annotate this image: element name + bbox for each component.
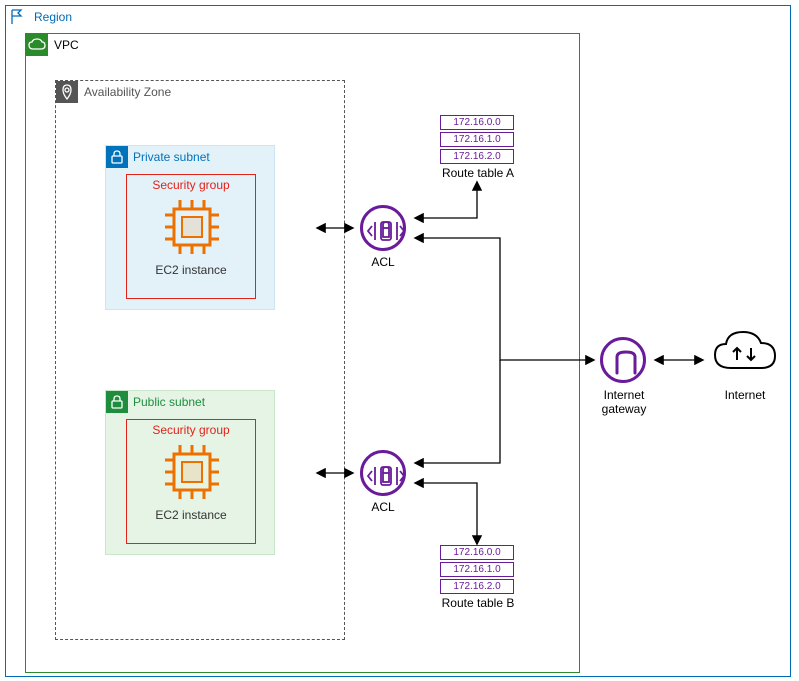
vpc-label: VPC [54, 38, 79, 52]
public-subnet-box: Public subnet Security group EC2 instanc… [105, 390, 275, 555]
route-table-b-label: Route table B [428, 596, 528, 610]
private-subnet-box: Private subnet Security group EC2 instan… [105, 145, 275, 310]
acl-icon [360, 205, 406, 251]
lock-icon [106, 146, 128, 168]
route-table-b: 172.16.0.0 172.16.1.0 172.16.2.0 [440, 545, 514, 596]
security-group-label: Security group [127, 178, 255, 192]
route-table-row: 172.16.1.0 [440, 132, 514, 147]
cloud-icon [711, 328, 779, 386]
public-subnet-label: Public subnet [133, 395, 205, 409]
internet-gateway-label: Internet gateway [586, 388, 662, 416]
acl-icon [360, 450, 406, 496]
route-table-row: 172.16.2.0 [440, 579, 514, 594]
security-group-box-private: Security group EC2 instance [126, 174, 256, 299]
region-label: Region [34, 10, 72, 24]
internet-label: Internet [711, 388, 779, 402]
route-table-a: 172.16.0.0 172.16.1.0 172.16.2.0 [440, 115, 514, 166]
availability-zone-label: Availability Zone [84, 85, 171, 99]
ec2-instance-label: EC2 instance [127, 508, 255, 522]
chip-icon [162, 442, 222, 502]
chip-icon [162, 197, 222, 257]
private-subnet-label: Private subnet [133, 150, 210, 164]
ec2-instance-label: EC2 instance [127, 263, 255, 277]
route-table-row: 172.16.0.0 [440, 545, 514, 560]
route-table-row: 172.16.0.0 [440, 115, 514, 130]
route-table-a-label: Route table A [428, 166, 528, 180]
acl-label: ACL [360, 255, 406, 269]
route-table-row: 172.16.2.0 [440, 149, 514, 164]
route-table-row: 172.16.1.0 [440, 562, 514, 577]
internet-gateway-icon [600, 337, 646, 383]
acl-label: ACL [360, 500, 406, 514]
location-icon [56, 81, 78, 103]
lock-icon [106, 391, 128, 413]
security-group-label: Security group [127, 423, 255, 437]
cloud-icon [26, 34, 48, 56]
flag-icon [6, 6, 28, 28]
security-group-box-public: Security group EC2 instance [126, 419, 256, 544]
